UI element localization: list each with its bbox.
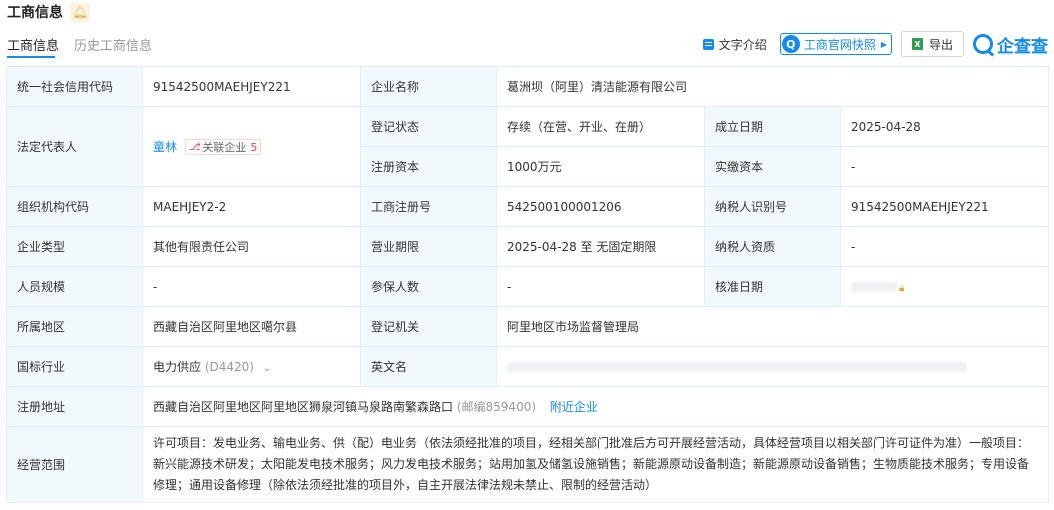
snapshot-label: 工商官网快照 — [803, 37, 876, 52]
official-snapshot-button[interactable]: Q 工商官网快照 ▶ — [779, 33, 892, 55]
industry-label: 国标行业 — [6, 346, 143, 387]
approval-date-cell[interactable]: 🔒︎ — [839, 266, 1050, 307]
related-tag-label: 关联企业 — [202, 141, 247, 155]
industry-code: (D4420) — [204, 360, 254, 374]
term-label: 营业期限 — [360, 226, 497, 267]
founded-label: 成立日期 — [704, 106, 841, 147]
chevron-down-icon[interactable]: ⌄ — [263, 363, 271, 374]
company-type-value: 其他有限责任公司 — [142, 226, 361, 267]
table-row: 统一社会信用代码 91542500MAEHJEY221 企业名称 葛洲坝（阿里）… — [6, 66, 1050, 107]
region-label: 所属地区 — [6, 306, 143, 347]
taxpayer-id-label: 纳税人识别号 — [704, 186, 841, 227]
lock-icon: 🔒︎ — [899, 282, 905, 294]
toolbar: 文字介绍 Q 工商官网快照 ▶ X 导出 企查查 — [702, 31, 1048, 57]
table-row: 企业类型 其他有限责任公司 营业期限 2025-04-28 至 无固定期限 纳税… — [6, 226, 1050, 267]
export-button[interactable]: X 导出 — [900, 31, 964, 57]
scope-value: 许可项目：发电业务、输电业务、供（配）电业务（依法须经批准的项目，经相关部门批准… — [141, 426, 1050, 503]
staff-size-value: - — [142, 266, 361, 307]
tab-bar: 工商信息 历史工商信息 — [7, 35, 152, 54]
chevron-right-icon: ▶ — [880, 39, 887, 49]
reg-capital-value: 1000万元 — [496, 146, 705, 187]
org-code-label: 组织机构代码 — [6, 186, 143, 227]
paid-capital-value: - — [839, 146, 1050, 187]
credit-code-label: 统一社会信用代码 — [6, 66, 143, 107]
postcode: (邮编859400) — [456, 400, 537, 414]
approval-date-label: 核准日期 — [704, 266, 841, 307]
reg-status-label: 登记状态 — [360, 106, 497, 147]
company-name-value: 葛洲坝（阿里）清洁能源有限公司 — [495, 66, 1050, 107]
reg-no-value: 542500100001206 — [496, 186, 705, 227]
taxpayer-id-value: 91542500MAEHJEY221 — [839, 186, 1050, 227]
industry-cell[interactable]: 电力供应 (D4420) ⌄ — [142, 346, 361, 387]
table-row: 人员规模 - 参保人数 - 核准日期 🔒︎ — [6, 266, 1050, 307]
english-name-label: 英文名 — [360, 346, 497, 387]
text-doc-icon — [702, 38, 714, 50]
address-value: 西藏自治区阿里地区阿里地区狮泉河镇马泉路南繁森路口 — [153, 400, 454, 414]
related-company-tag[interactable]: ⎇ 关联企业 5 — [184, 139, 262, 156]
reg-status-value: 存续（在营、开业、在册） — [496, 106, 705, 147]
brand-name: 企查查 — [997, 36, 1048, 57]
authority-value: 阿里地区市场监督管理局 — [495, 306, 1050, 347]
legal-rep-label: 法定代表人 — [6, 106, 143, 187]
company-type-label: 企业类型 — [6, 226, 143, 267]
nearby-companies-link[interactable]: 附近企业 — [550, 400, 598, 414]
insured-label: 参保人数 — [360, 266, 497, 307]
table-row: 组织机构代码 MAEHJEY2-2 工商注册号 542500100001206 … — [6, 186, 1050, 227]
legal-rep-cell: 童林 ⎇ 关联企业 5 — [142, 106, 361, 187]
section-header: 工商信息 🔔︎ — [7, 2, 90, 22]
related-company-icon: ⎇ — [188, 141, 201, 153]
qcc-logo-icon: Q — [781, 35, 800, 53]
bell-icon[interactable]: 🔔︎ — [70, 2, 90, 22]
scope-label: 经营范围 — [6, 426, 143, 503]
blurred-english-name — [507, 362, 967, 372]
active-tab-indicator — [7, 56, 55, 58]
founded-value: 2025-04-28 — [839, 106, 1050, 147]
export-label: 导出 — [928, 37, 953, 52]
taxpayer-qual-label: 纳税人资质 — [704, 226, 841, 267]
authority-label: 登记机关 — [360, 306, 497, 347]
table-row: 所属地区 西藏自治区阿里地区噶尔县 登记机关 阿里地区市场监督管理局 — [6, 306, 1050, 347]
table-row: 经营范围 许可项目：发电业务、输电业务、供（配）电业务（依法须经批准的项目，经相… — [6, 426, 1050, 503]
staff-size-label: 人员规模 — [6, 266, 143, 307]
tab-business-info[interactable]: 工商信息 — [7, 35, 59, 54]
table-row: 国标行业 电力供应 (D4420) ⌄ 英文名 — [6, 346, 1050, 387]
credit-code-value: 91542500MAEHJEY221 — [142, 66, 361, 107]
text-intro-button[interactable]: 文字介绍 — [702, 36, 767, 53]
table-row: 法定代表人 童林 ⎇ 关联企业 5 登记状态 存续（在营、开业、在册） 成立日期… — [6, 106, 1050, 187]
insured-value: - — [496, 266, 705, 307]
company-name-label: 企业名称 — [360, 66, 497, 107]
org-code-value: MAEHJEY2-2 — [142, 186, 361, 227]
taxpayer-qual-value: - — [839, 226, 1050, 267]
paid-capital-label: 实缴资本 — [704, 146, 841, 187]
region-value: 西藏自治区阿里地区噶尔县 — [142, 306, 361, 347]
excel-icon: X — [911, 38, 923, 50]
blurred-approval-date — [851, 282, 897, 292]
related-count: 5 — [250, 140, 258, 154]
text-intro-label: 文字介绍 — [718, 37, 767, 52]
tab-history-business-info[interactable]: 历史工商信息 — [74, 35, 152, 54]
brand-logo: 企查查 — [973, 32, 1048, 57]
address-label: 注册地址 — [6, 386, 143, 427]
term-value: 2025-04-28 至 无固定期限 — [496, 226, 705, 267]
english-name-cell — [495, 346, 1050, 387]
page-title: 工商信息 — [7, 5, 63, 21]
reg-capital-label: 注册资本 — [360, 146, 497, 187]
qcc-brand-icon — [973, 34, 993, 54]
legal-rep-link[interactable]: 童林 — [153, 140, 177, 154]
table-row: 注册地址 西藏自治区阿里地区阿里地区狮泉河镇马泉路南繁森路口 (邮编859400… — [6, 386, 1050, 427]
address-cell: 西藏自治区阿里地区阿里地区狮泉河镇马泉路南繁森路口 (邮编859400) 附近企… — [141, 386, 1050, 427]
industry-value: 电力供应 — [153, 360, 202, 374]
reg-no-label: 工商注册号 — [360, 186, 497, 227]
business-info-table: 统一社会信用代码 91542500MAEHJEY221 企业名称 葛洲坝（阿里）… — [6, 66, 1050, 503]
